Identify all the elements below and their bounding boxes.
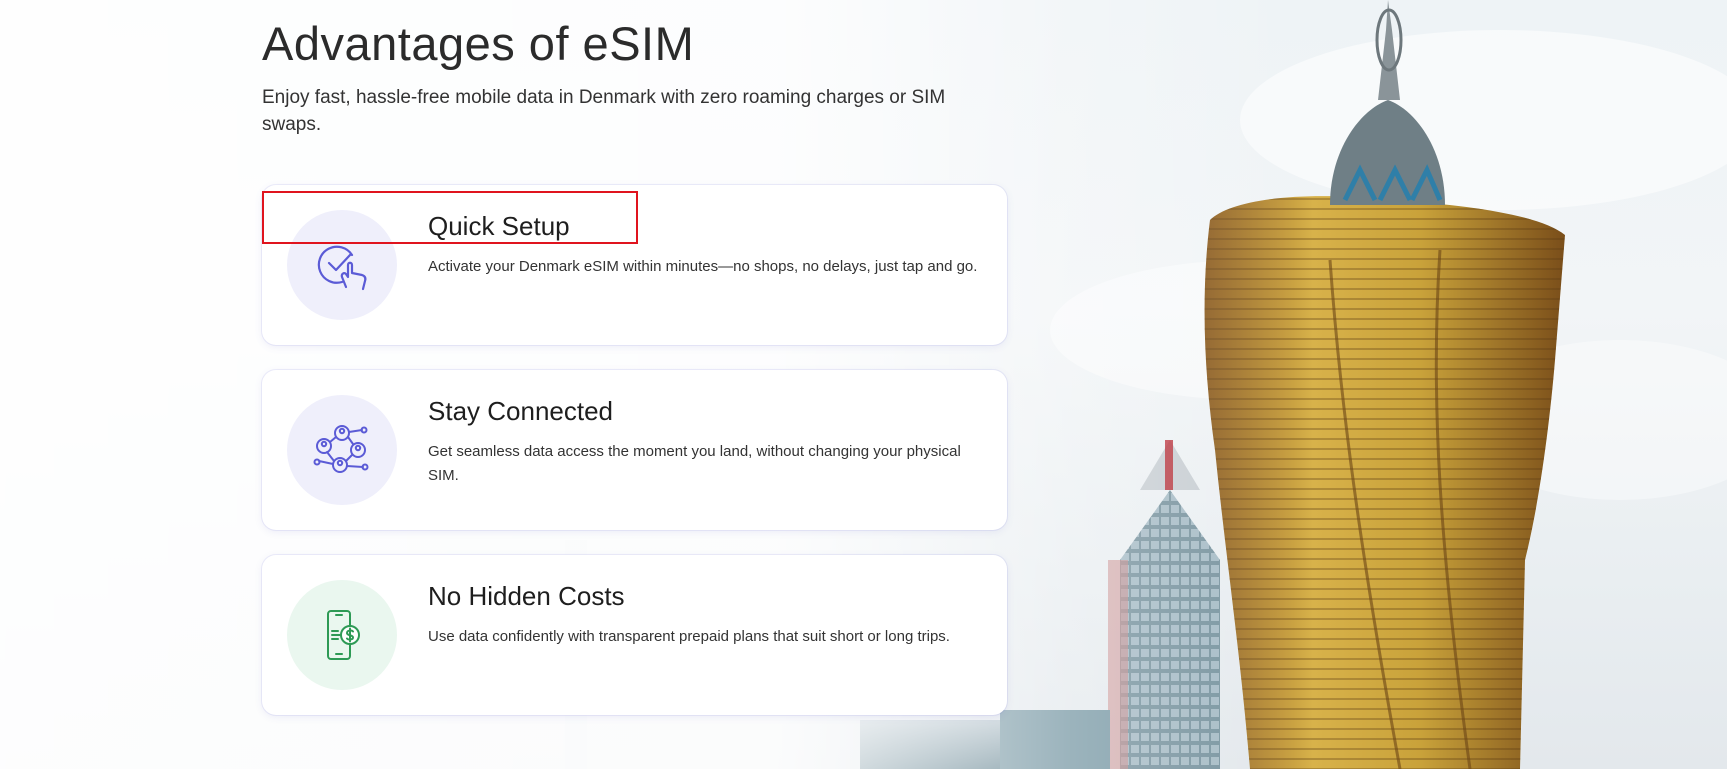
- icon-circle: [287, 580, 397, 690]
- icon-circle: [287, 395, 397, 505]
- highlight-annotation-box: [262, 191, 638, 244]
- card-description: Use data confidently with transparent pr…: [428, 628, 950, 645]
- advantage-card-stay-connected: Stay Connected Get seamless data access …: [262, 370, 1007, 530]
- card-title: No Hidden Costs: [428, 581, 625, 611]
- advantage-card-no-hidden-costs: No Hidden Costs Use data confidently wit…: [262, 555, 1007, 715]
- section-subtitle: Enjoy fast, hassle-free mobile data in D…: [262, 87, 946, 135]
- touch-check-icon: [317, 245, 367, 291]
- card-description: Get seamless data access the moment you …: [428, 443, 961, 484]
- card-title: Stay Connected: [428, 396, 614, 426]
- card-description: Activate your Denmark eSIM within minute…: [428, 258, 978, 275]
- section-title: Advantages of eSIM: [262, 17, 695, 70]
- phone-dollar-icon: [327, 610, 360, 660]
- network-people-icon: [313, 425, 369, 473]
